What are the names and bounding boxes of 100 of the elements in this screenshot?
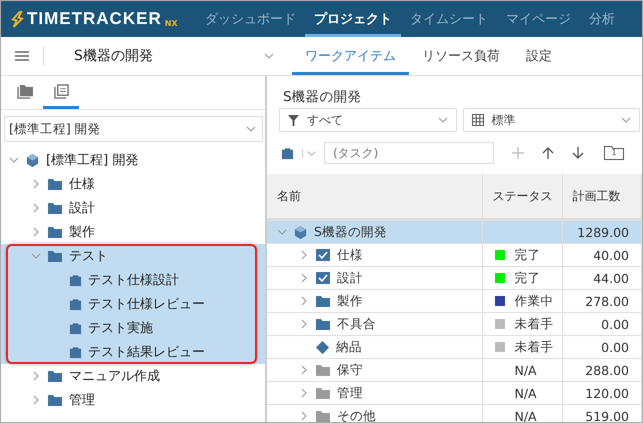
folder-icon	[47, 393, 63, 407]
tab[interactable]: 設定	[513, 37, 565, 75]
chevron-right-icon[interactable]	[299, 250, 309, 260]
logo-text: TIMETRACKER	[27, 9, 162, 29]
table-cell: 不具合	[267, 312, 482, 336]
grid-icon	[472, 114, 484, 126]
tree-item[interactable]: 仕様	[1, 172, 265, 196]
chevron-right-icon[interactable]	[31, 203, 41, 213]
filter-icon	[288, 114, 299, 126]
chevron-right-icon[interactable]	[31, 371, 41, 381]
add-icon[interactable]	[512, 147, 524, 159]
chevron-right-icon[interactable]	[299, 411, 309, 421]
table-cell: S機器の開発	[267, 220, 482, 244]
column-header[interactable]: 計画工数	[562, 174, 642, 220]
folder-icon	[315, 317, 331, 331]
folder-icon	[315, 363, 331, 377]
filter-select[interactable]: すべて	[279, 108, 456, 132]
logo-icon	[11, 10, 24, 28]
table-cell: 519.00	[562, 404, 642, 422]
view-select[interactable]: 標準	[462, 108, 640, 132]
column-header[interactable]: ステータス	[482, 174, 562, 220]
folder-icon	[47, 249, 63, 263]
table-cell: N/A	[482, 382, 562, 404]
table-cell: N/A	[482, 404, 562, 422]
tree-item[interactable]: テスト結果レビュー	[1, 340, 265, 364]
folder-icon	[47, 201, 63, 215]
tree-item[interactable]: テスト実施	[1, 316, 265, 340]
tree-item[interactable]: 管理	[1, 388, 265, 412]
arrow-up-icon[interactable]	[542, 147, 554, 159]
table-cell: 製作	[267, 290, 482, 312]
table-cell: 0.00	[562, 336, 642, 358]
table-cell: 作業中	[482, 290, 562, 312]
checked-box-icon	[315, 271, 331, 285]
chevron-down-icon[interactable]	[621, 115, 631, 125]
menu-icon[interactable]	[15, 51, 29, 61]
tab[interactable]: ワークアイテム	[292, 37, 409, 75]
table-cell: 288.00	[562, 358, 642, 382]
chevron-down-icon[interactable]	[31, 251, 41, 261]
chevron-down-icon[interactable]	[246, 124, 256, 134]
table-cell: 0.00	[562, 312, 642, 336]
table-cell: その他	[267, 404, 482, 422]
folder-icon	[47, 177, 63, 191]
chevron-right-icon[interactable]	[299, 296, 309, 306]
folder-icon	[47, 369, 63, 383]
briefcase-icon	[69, 322, 82, 334]
table-cell: 未着手	[482, 312, 562, 336]
chevron-right-icon[interactable]	[31, 179, 41, 189]
template-select[interactable]: [標準工程] 開発	[4, 116, 263, 142]
chevron-down-icon[interactable]	[277, 227, 287, 237]
table-cell: 仕様	[267, 244, 482, 266]
table-cell: 40.00	[562, 244, 642, 266]
documents-icon[interactable]	[54, 84, 68, 98]
briefcase-icon	[69, 298, 82, 310]
folder-icon	[315, 409, 331, 422]
table-cell: N/A	[482, 358, 562, 382]
tab[interactable]: リソース負荷	[409, 37, 513, 75]
chevron-right-icon[interactable]	[299, 319, 309, 329]
folder-icon	[315, 386, 331, 400]
briefcase-icon[interactable]	[281, 146, 294, 160]
table-cell: 278.00	[562, 290, 642, 312]
table-cell: 完了	[482, 266, 562, 290]
tree-item[interactable]: 製作	[1, 220, 265, 244]
table-cell: 完了	[482, 244, 562, 266]
table-cell: 120.00	[562, 382, 642, 404]
tree-item[interactable]: テスト仕様設計	[1, 268, 265, 292]
chevron-right-icon[interactable]	[299, 273, 309, 283]
table-cell: 納品	[267, 336, 482, 358]
table-cell: 管理	[267, 382, 482, 404]
table-cell: 設計	[267, 266, 482, 290]
briefcase-icon	[69, 346, 82, 358]
arrow-down-icon[interactable]	[572, 147, 584, 159]
folder-count-button[interactable]: 1	[604, 146, 624, 160]
chevron-down-icon[interactable]	[264, 51, 274, 61]
chevron-down-icon[interactable]	[302, 148, 316, 158]
project-select[interactable]: S機器の開発	[44, 37, 286, 75]
chevron-right-icon[interactable]	[31, 395, 41, 405]
folder-icon	[47, 225, 63, 239]
page-title: S機器の開発	[282, 88, 363, 106]
tree-item[interactable]: マニュアル作成	[1, 364, 265, 388]
cube-icon	[25, 152, 40, 168]
tree-item[interactable]: 設計	[1, 196, 265, 220]
nav-tab[interactable]: マイページ	[497, 1, 580, 37]
chevron-right-icon[interactable]	[299, 388, 309, 398]
chevron-right-icon[interactable]	[299, 365, 309, 375]
folders-icon[interactable]	[16, 84, 34, 98]
tree-item[interactable]: [標準工程] 開発	[1, 148, 265, 172]
tree-item[interactable]: テスト仕様レビュー	[1, 292, 265, 316]
chevron-right-icon[interactable]	[31, 227, 41, 237]
nav-tab[interactable]: 分析	[580, 1, 624, 37]
tree-item[interactable]: テスト	[1, 244, 265, 268]
checked-box-icon	[315, 248, 331, 262]
chevron-down-icon[interactable]	[9, 155, 19, 165]
nav-tab[interactable]: プロジェクト	[305, 1, 401, 37]
new-item-field[interactable]: (タスク)	[324, 142, 494, 164]
nav-tab[interactable]: ダッシュボード	[196, 1, 305, 37]
nav-tab[interactable]: タイムシート	[401, 1, 497, 37]
chevron-down-icon[interactable]	[438, 115, 448, 125]
table-cell: 44.00	[562, 266, 642, 290]
table-cell: 未着手	[482, 336, 562, 358]
column-header[interactable]: 名前	[267, 174, 482, 220]
